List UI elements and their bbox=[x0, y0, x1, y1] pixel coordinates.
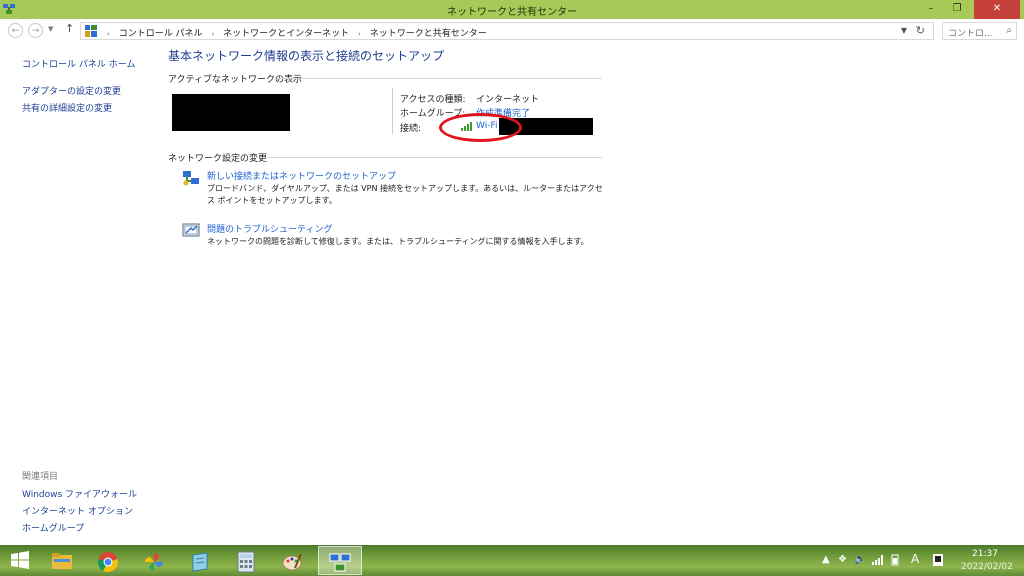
action-center-icon[interactable] bbox=[932, 553, 944, 567]
troubleshoot-icon bbox=[182, 223, 200, 237]
new-connection-description: ブロードバンド、ダイヤルアップ、または VPN 接続をセットアップします。あるい… bbox=[207, 184, 603, 205]
search-icon[interactable]: ⌕ bbox=[1006, 25, 1012, 36]
related-heading: 関連項目 bbox=[22, 472, 59, 482]
troubleshoot-link[interactable]: 問題のトラブルシューティング bbox=[207, 222, 332, 235]
page-title: 基本ネットワーク情報の表示と接続のセットアップ bbox=[168, 49, 445, 63]
window-title: ネットワークと共有センター bbox=[447, 7, 577, 18]
address-dropdown[interactable]: ▼ bbox=[901, 26, 907, 35]
calculator-icon bbox=[237, 551, 255, 573]
forward-button[interactable]: → bbox=[28, 23, 43, 38]
up-button[interactable]: ↑ bbox=[65, 22, 74, 35]
breadcrumb: › コントロール パネル › ネットワークとインターネット › ネットワークと共… bbox=[101, 26, 487, 39]
highlight-circle bbox=[439, 113, 522, 142]
homegroup-link[interactable]: ホームグループ bbox=[22, 521, 84, 534]
breadcrumb-control-panel[interactable]: コントロール パネル bbox=[119, 29, 203, 39]
taskbar: ▲ ❖ 🔈 A bbox=[0, 545, 1024, 576]
network-center-taskbar-button[interactable] bbox=[318, 546, 362, 575]
start-button[interactable] bbox=[2, 546, 38, 575]
address-bar: ← → ▼ ↑ › コントロール パネル › ネットワークとインターネット › … bbox=[0, 19, 1024, 43]
control-panel-home-link[interactable]: コントロール パネル ホーム bbox=[22, 57, 135, 70]
search-placeholder: コントロ... bbox=[948, 29, 993, 39]
new-connection-link[interactable]: 新しい接続またはネットワークのセットアップ bbox=[207, 169, 396, 182]
recent-locations-dropdown[interactable]: ▼ bbox=[48, 25, 53, 33]
calculator-taskbar-button[interactable] bbox=[224, 546, 268, 575]
clock-time[interactable]: 21:37 bbox=[972, 549, 998, 559]
redacted-network-name bbox=[172, 94, 290, 131]
network-center-icon bbox=[329, 553, 351, 572]
title-bar: ネットワークと共有センター – ❐ ✕ bbox=[0, 0, 1024, 19]
dropbox-icon[interactable]: ❖ bbox=[838, 554, 847, 565]
divider bbox=[277, 78, 602, 79]
internet-options-link[interactable]: インターネット オプション bbox=[22, 504, 133, 517]
firewall-link[interactable]: Windows ファイアウォール bbox=[22, 487, 137, 500]
divider bbox=[268, 157, 602, 158]
photos-taskbar-button[interactable] bbox=[132, 546, 176, 575]
chrome-icon bbox=[98, 552, 118, 573]
show-hidden-icons-button[interactable]: ▲ bbox=[822, 554, 830, 565]
search-input[interactable]: コントロ... ⌕ bbox=[942, 22, 1017, 40]
windows-start-icon bbox=[11, 551, 29, 569]
access-type-value: インターネット bbox=[476, 95, 540, 105]
advanced-sharing-link[interactable]: 共有の詳細設定の変更 bbox=[22, 101, 112, 114]
breadcrumb-network-internet[interactable]: ネットワークとインターネット bbox=[223, 29, 349, 39]
breadcrumb-separator: › bbox=[107, 30, 110, 38]
back-button[interactable]: ← bbox=[8, 23, 23, 38]
new-connection-icon bbox=[183, 171, 199, 186]
notepad-taskbar-button[interactable] bbox=[178, 546, 222, 575]
divider bbox=[392, 88, 393, 134]
adapter-settings-link[interactable]: アダプターの設定の変更 bbox=[22, 84, 121, 97]
breadcrumb-separator: › bbox=[358, 30, 361, 38]
paint-palette-icon bbox=[282, 553, 302, 571]
breadcrumb-network-center[interactable]: ネットワークと共有センター bbox=[370, 29, 487, 39]
folder-icon bbox=[52, 553, 72, 569]
connection-label: 接続: bbox=[400, 124, 422, 134]
battery-icon[interactable] bbox=[889, 554, 901, 566]
paint-taskbar-button[interactable] bbox=[270, 546, 314, 575]
volume-icon[interactable]: 🔈 bbox=[854, 554, 866, 565]
breadcrumb-separator: › bbox=[211, 30, 215, 38]
pinwheel-icon bbox=[145, 553, 163, 571]
clock-date[interactable]: 2022/02/02 bbox=[961, 562, 1013, 572]
change-settings-heading: ネットワーク設定の変更 bbox=[168, 154, 268, 164]
wifi-tray-icon[interactable] bbox=[872, 555, 884, 565]
file-explorer-taskbar-button[interactable] bbox=[40, 546, 84, 575]
notepad-icon bbox=[192, 552, 208, 572]
refresh-button[interactable]: ↻ bbox=[916, 24, 925, 37]
access-type-label: アクセスの種類: bbox=[400, 95, 466, 105]
maximize-button[interactable]: ❐ bbox=[944, 0, 970, 19]
ime-mode-indicator[interactable]: A bbox=[911, 552, 919, 566]
troubleshoot-description: ネットワークの問題を診断して修復します。または、トラブルシューティングに関する情… bbox=[207, 237, 589, 246]
close-button[interactable]: ✕ bbox=[974, 0, 1020, 19]
control-panel-icon bbox=[85, 25, 97, 37]
minimize-button[interactable]: – bbox=[918, 0, 944, 19]
chrome-taskbar-button[interactable] bbox=[86, 546, 130, 575]
address-box[interactable]: › コントロール パネル › ネットワークとインターネット › ネットワークと共… bbox=[80, 22, 934, 40]
